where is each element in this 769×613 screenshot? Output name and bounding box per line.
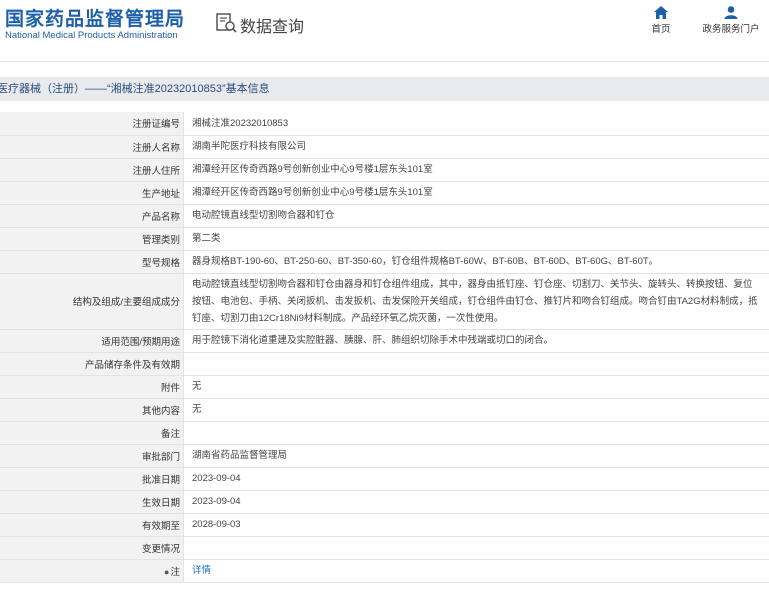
row-value: 无 (183, 398, 769, 422)
user-icon (724, 6, 738, 19)
row-label: 型号规格 (0, 250, 184, 274)
table-row: 附件无 (0, 375, 769, 399)
pin-icon: ● (164, 566, 170, 577)
row-value: 湘械注准20232010853 (183, 112, 769, 136)
row-value: 2023-09-04 (183, 467, 769, 491)
breadcrumb-text: 医疗器械（注册）——“湘械注准20232010853”基本信息 (0, 83, 270, 95)
row-label: 附件 (0, 375, 184, 399)
table-row: 管理类别 第二类 (0, 227, 769, 251)
row-label: 适用范围/预期用途 (0, 329, 184, 353)
row-label: 生效日期 (0, 490, 184, 514)
home-icon (654, 6, 668, 19)
row-label: 产品储存条件及有效期 (0, 352, 184, 376)
row-value: 第二类 (183, 227, 769, 251)
row-value: 湖南半陀医疗科技有限公司 (183, 135, 769, 159)
row-value: 电动腔镜直线型切割吻合器和钉仓由器身和钉仓组件组成，其中，器身由抵钉座、钉仓座、… (183, 273, 769, 330)
note-label: 注 (170, 566, 180, 578)
details-link[interactable]: 详情 (192, 565, 211, 576)
row-value (183, 421, 769, 445)
table-row: 结构及组成/主要组成成分 电动腔镜直线型切割吻合器和钉仓由器身和钉仓组件组成，其中… (0, 273, 769, 330)
row-label: 批准日期 (0, 467, 184, 491)
row-label: 审批部门 (0, 444, 184, 468)
table-row: 生产地址 湘潭经开区传奇西路9号创新创业中心9号楼1层东头101室 (0, 181, 769, 205)
nav-home[interactable]: 首页 (641, 6, 681, 35)
row-label: 变更情况 (0, 536, 184, 560)
data-query-title: 数据查询 (240, 19, 305, 36)
row-value: 湘潭经开区传奇西路9号创新创业中心9号楼1层东头101室 (183, 158, 769, 182)
row-value (183, 352, 769, 376)
table-row: 产品名称 电动腔镜直线型切割吻合器和钉仓 (0, 204, 769, 228)
row-label: 其他内容 (0, 398, 184, 422)
row-value: 湘潭经开区传奇西路9号创新创业中心9号楼1层东头101室 (183, 181, 769, 205)
nav-home-label: 首页 (651, 24, 671, 35)
table-row: 其他内容无 (0, 398, 769, 422)
row-value-note: 详情 (183, 559, 769, 583)
nav-service-label: 政务服务门户 (702, 24, 760, 35)
table-row: 有效期至 2028-09-03 (0, 513, 769, 537)
row-label: 有效期至 (0, 513, 184, 537)
table-row: 生效日期 2023-09-04 (0, 490, 769, 514)
row-label-note: ●注 (0, 559, 184, 583)
detail-table: 注册证编号 湘械注准20232010853 注册人名称 湖南半陀医疗科技有限公司 注册人… (0, 112, 769, 583)
site-header: 国家药品监督管理局 National Medical Products Admi… (0, 0, 769, 52)
table-row: 审批部门 湖南省药品监督管理局 (0, 444, 769, 468)
row-label: 管理类别 (0, 227, 184, 251)
row-label: 结构及组成/主要组成成分 (0, 273, 184, 330)
table-row: 注册人住所 湘潭经开区传奇西路9号创新创业中心9号楼1层东头101室 (0, 158, 769, 182)
table-row: 批准日期 2023-09-04 (0, 467, 769, 491)
table-row: 注册证编号 湘械注准20232010853 (0, 112, 769, 136)
row-value: 湖南省药品监督管理局 (183, 444, 769, 468)
row-value: 无 (183, 375, 769, 399)
row-value: 器身规格BT-190-60、BT-250-60、BT-350-60，钉仓组件规格… (183, 250, 769, 274)
table-row: 适用范围/预期用途 用于腔镜下消化道重建及实腔脏器、胰腺、肝、肺组织切除手术中残端… (0, 329, 769, 353)
breadcrumb: 医疗器械（注册）——“湘械注准20232010853”基本信息 (0, 77, 769, 101)
row-value (183, 536, 769, 560)
data-query-icon (216, 13, 237, 33)
table-row: 注册人名称 湖南半陀医疗科技有限公司 (0, 135, 769, 159)
table-row: 备注 (0, 421, 769, 445)
table-row: 产品储存条件及有效期 (0, 352, 769, 376)
row-label: 备注 (0, 421, 184, 445)
row-label: 注册人住所 (0, 158, 184, 182)
nav-service-portal[interactable]: 政务服务门户 (700, 6, 762, 35)
row-label: 生产地址 (0, 181, 184, 205)
row-label: 产品名称 (0, 204, 184, 228)
table-row-note: ●注 详情 (0, 559, 769, 583)
row-value: 2028-09-03 (183, 513, 769, 537)
row-label: 注册证编号 (0, 112, 184, 136)
table-row: 变更情况 (0, 536, 769, 560)
table-row: 型号规格 器身规格BT-190-60、BT-250-60、BT-350-60，钉仓… (0, 250, 769, 274)
site-logo-en[interactable]: National Medical Products Administration (5, 30, 178, 41)
header-divider (0, 61, 769, 62)
row-value: 2023-09-04 (183, 490, 769, 514)
row-label: 注册人名称 (0, 135, 184, 159)
site-logo-cn[interactable]: 国家药品监督管理局 (5, 4, 185, 31)
row-value: 用于腔镜下消化道重建及实腔脏器、胰腺、肝、肺组织切除手术中残端或切口的闭合。 (183, 329, 769, 353)
row-value: 电动腔镜直线型切割吻合器和钉仓 (183, 204, 769, 228)
